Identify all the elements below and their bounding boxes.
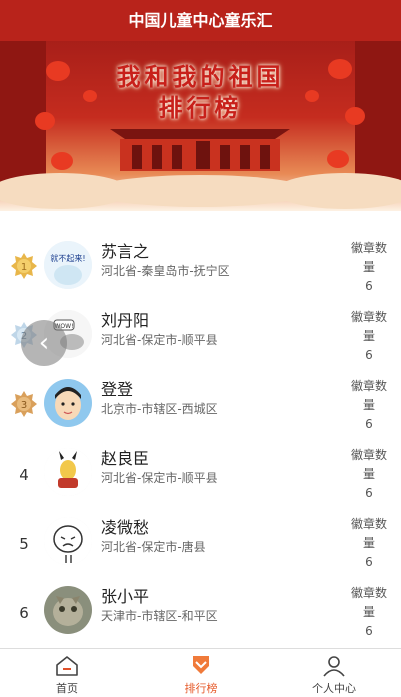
rank-number: 4 — [19, 466, 29, 484]
badge-count: 徽章数量 6 — [346, 584, 392, 641]
user-location: 河北省-保定市-唐县 — [101, 540, 206, 554]
list-item[interactable]: 5 凌微愁 河北省-保定市-唐县 徽章数量 6 — [0, 510, 401, 579]
badge-value: 6 — [365, 486, 373, 500]
list-item[interactable]: 4 赵良臣 河北省-保定市-顺平县 徽章数量 6 — [0, 441, 401, 510]
user-name: 登登 — [101, 380, 134, 399]
badge-label: 徽章数量 — [350, 379, 387, 412]
user-location: 河北省-保定市-顺平县 — [101, 471, 218, 485]
banner-title-line2: 排行榜 — [158, 93, 243, 122]
back-button[interactable]: ‹ — [21, 320, 67, 366]
avatar: 就不起来! — [44, 241, 92, 289]
banner-title-line1: 我和我的祖国 — [116, 62, 285, 91]
tab-profile[interactable]: 个人中心 — [267, 649, 401, 697]
badge-value: 6 — [365, 279, 373, 293]
medal-icon — [193, 656, 209, 674]
badge-count: 徽章数量 6 — [346, 239, 392, 296]
badge-count: 徽章数量 6 — [346, 515, 392, 572]
ranking-banner: 我和我的祖国 排行榜 — [0, 41, 401, 211]
badge-label: 徽章数量 — [350, 241, 387, 274]
list-item[interactable]: 3 登登 北京市-市辖区-西城区 徽章数量 6 — [0, 372, 401, 441]
badge-label: 徽章数量 — [350, 310, 387, 343]
person-icon — [323, 656, 345, 677]
tab-label: 排行榜 — [184, 682, 218, 695]
badge-label: 徽章数量 — [350, 517, 387, 550]
user-name: 凌微愁 — [101, 518, 150, 537]
badge-value: 6 — [365, 624, 373, 638]
tab-ranking[interactable]: 排行榜 — [134, 649, 268, 697]
user-name: 苏言之 — [101, 242, 150, 261]
avatar — [44, 586, 92, 634]
avatar — [44, 379, 92, 427]
user-location: 北京市-市辖区-西城区 — [101, 402, 218, 416]
badge-label: 徽章数量 — [350, 448, 387, 481]
user-location: 河北省-秦皇岛市-抚宁区 — [101, 264, 230, 278]
avatar — [44, 448, 92, 496]
badge-count: 徽章数量 6 — [346, 377, 392, 434]
list-item[interactable]: 1 就不起来! 苏言之 河北省-秦皇岛市-抚宁区 徽章数量 6 — [0, 234, 401, 303]
tab-label: 首页 — [56, 682, 78, 695]
rank-number: 5 — [19, 535, 29, 553]
badge-count: 徽章数量 6 — [346, 446, 392, 503]
medal-rank-text: 3 — [21, 400, 27, 411]
list-item[interactable]: 6 张小平 天津市-市辖区-和平区 徽章数量 6 — [0, 579, 401, 648]
bronze-medal-icon: 3 — [11, 391, 37, 417]
page-title: 中国儿童中心童乐汇 — [128, 11, 273, 30]
user-name: 刘丹阳 — [101, 311, 150, 330]
tab-label: 个人中心 — [312, 682, 356, 695]
avatar — [44, 517, 92, 565]
badge-count: 徽章数量 6 — [346, 308, 392, 365]
user-name: 赵良臣 — [101, 449, 150, 468]
badge-value: 6 — [365, 417, 373, 431]
chevron-left-icon: ‹ — [38, 328, 50, 358]
user-name: 张小平 — [101, 587, 150, 606]
tab-home[interactable]: 首页 — [0, 649, 134, 697]
user-location: 河北省-保定市-顺平县 — [101, 333, 218, 347]
medal-rank-text: 1 — [21, 262, 27, 273]
avatar-text: 就不起来! — [50, 253, 85, 263]
home-icon — [56, 656, 78, 676]
gold-medal-icon: 1 — [11, 253, 37, 279]
app-header: 中国儿童中心童乐汇 — [0, 0, 401, 41]
badge-value: 6 — [365, 348, 373, 362]
badge-label: 徽章数量 — [350, 586, 387, 619]
bottom-tab-bar: 首页 排行榜 个人中心 — [0, 648, 401, 697]
rank-number: 6 — [19, 604, 29, 622]
badge-value: 6 — [365, 555, 373, 569]
user-location: 天津市-市辖区-和平区 — [101, 609, 218, 623]
